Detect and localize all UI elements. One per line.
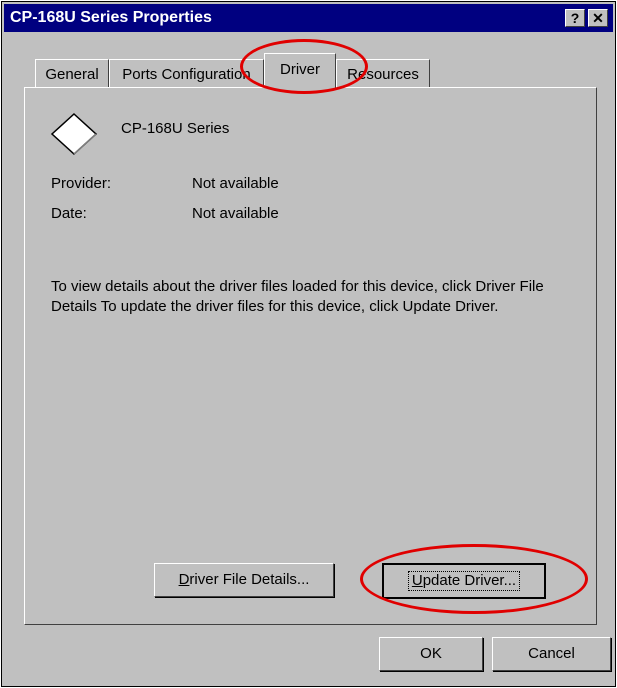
driver-file-details-mnemonic: D	[178, 571, 190, 588]
device-name: CP-168U Series	[121, 120, 230, 137]
update-driver-mnemonic: U	[411, 572, 423, 589]
window-title: CP-168U Series Properties	[10, 9, 212, 26]
help-button[interactable]: ?	[565, 9, 585, 27]
date-value: Not available	[192, 205, 279, 222]
update-driver-button[interactable]: Update Driver...	[382, 563, 546, 599]
update-driver-label: pdate Driver...	[422, 572, 517, 589]
driver-tab-panel	[24, 87, 597, 625]
driver-file-details-label: river File Details...	[189, 571, 310, 588]
properties-dialog: CP-168U Series Properties ? ✕ General Po…	[1, 1, 616, 687]
title-bar[interactable]: CP-168U Series Properties ? ✕	[4, 4, 613, 32]
cancel-button[interactable]: Cancel	[492, 637, 611, 671]
tab-general[interactable]: General	[35, 59, 109, 88]
driver-description: To view details about the driver files l…	[51, 278, 544, 315]
provider-value: Not available	[192, 175, 279, 192]
ok-button[interactable]: OK	[379, 637, 483, 671]
update-driver-focus: Update Driver...	[407, 571, 521, 591]
tab-driver[interactable]: Driver	[264, 53, 336, 88]
date-label: Date:	[51, 205, 87, 222]
driver-file-details-button[interactable]: Driver File Details...	[154, 563, 334, 597]
provider-label: Provider:	[51, 175, 112, 192]
tab-resources[interactable]: Resources	[336, 59, 430, 88]
device-diamond-icon	[50, 112, 98, 156]
tab-ports-configuration[interactable]: Ports Configuration	[109, 59, 264, 88]
close-button[interactable]: ✕	[588, 9, 608, 27]
